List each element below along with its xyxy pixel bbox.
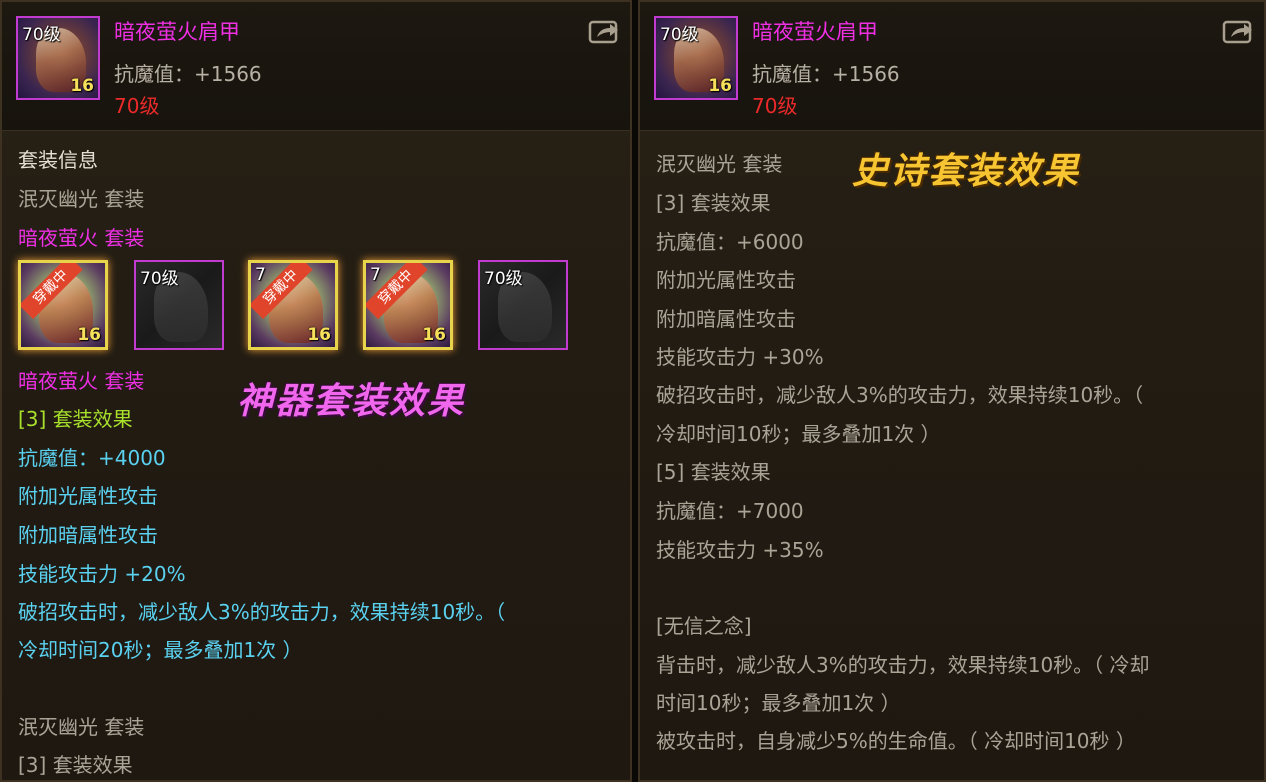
set-name-line: 泯灭幽光 套装 [18, 187, 145, 211]
level-badge: 70级 [22, 25, 61, 45]
set-info-title: 套装信息 [18, 148, 98, 172]
left-tooltip-panel: 70级 16 暗夜萤火肩甲 抗魔值：+1566 70级 套装信息 泯灭幽光 套装… [0, 0, 632, 782]
item-stat: 抗魔值：+1566 [752, 62, 900, 86]
item-header: 70级 16 暗夜萤火肩甲 抗魔值：+1566 70级 [2, 2, 630, 131]
set-bonus-header: [3] 套装效果 [18, 753, 133, 777]
set-name-line: 泯灭幽光 套装 [18, 715, 145, 739]
right-tooltip-panel: 70级 16 暗夜萤火肩甲 抗魔值：+1566 70级 泯灭幽光 套装 史诗套装… [638, 0, 1266, 782]
trait-line: 背击时，减少敌人3%的攻击力，效果持续10秒。（ 冷却 [656, 653, 1150, 677]
level-badge: 70级 [660, 25, 699, 45]
share-icon[interactable] [1222, 18, 1254, 44]
trait-line: 被攻击时，自身减少5%的生命值。（ 冷却时间10秒 ） [656, 729, 1136, 753]
item-stat: 抗魔值：+1566 [114, 62, 262, 86]
trait-line: 时间10秒；最多叠加1次 ） [656, 691, 901, 715]
set-bonus-line: 冷却时间20秒；最多叠加1次 ） [18, 638, 303, 662]
level-badge: 7 [255, 265, 266, 285]
upgrade-level: 16 [422, 325, 446, 345]
set-name-line: 暗夜萤火 套装 [18, 369, 145, 393]
share-icon[interactable] [588, 18, 620, 44]
set-bonus-line: 抗魔值：+6000 [656, 230, 804, 254]
set-piece-slot[interactable]: 7 穿戴中 16 [363, 260, 453, 350]
set-bonus-line: 技能攻击力 +20% [18, 562, 186, 586]
item-name: 暗夜萤火肩甲 [114, 20, 240, 44]
set-bonus-header: [5] 套装效果 [656, 460, 771, 484]
upgrade-level: 16 [77, 325, 101, 345]
set-bonus-line: 抗魔值：+7000 [656, 499, 804, 523]
set-bonus-header: [3] 套装效果 [656, 191, 771, 215]
level-badge: 7 [370, 265, 381, 285]
set-bonus-header: [3] 套装效果 [18, 407, 133, 431]
set-bonus-line: 附加暗属性攻击 [656, 307, 796, 331]
item-level-requirement: 70级 [752, 94, 798, 118]
set-piece-slot[interactable]: 穿戴中 16 [18, 260, 108, 350]
set-bonus-line: 技能攻击力 +30% [656, 345, 824, 369]
level-badge: 70级 [484, 269, 523, 289]
set-bonus-line: 破招攻击时，减少敌人3%的攻击力，效果持续10秒。（ [656, 383, 1144, 407]
item-header: 70级 16 暗夜萤火肩甲 抗魔值：+1566 70级 [640, 2, 1264, 131]
shoulder-armor-icon[interactable]: 70级 16 [654, 16, 738, 100]
set-name-line: 暗夜萤火 套装 [18, 226, 145, 250]
set-bonus-line: 技能攻击力 +35% [656, 538, 824, 562]
item-name: 暗夜萤火肩甲 [752, 20, 878, 44]
upgrade-level: 16 [70, 76, 94, 96]
level-badge: 70级 [140, 269, 179, 289]
set-bonus-line: 附加光属性攻击 [656, 268, 796, 292]
artifact-set-effect-title: 神器套装效果 [237, 381, 466, 422]
set-piece-slot[interactable]: 70级 [478, 260, 568, 350]
set-bonus-line: 破招攻击时，减少敌人3%的攻击力，效果持续10秒。（ [18, 600, 506, 624]
item-level-requirement: 70级 [114, 94, 160, 118]
shoulder-armor-icon[interactable]: 70级 16 [16, 16, 100, 100]
trait-name: [无信之念] [656, 614, 752, 638]
set-piece-slot[interactable]: 70级 [134, 260, 224, 350]
set-bonus-line: 冷却时间10秒；最多叠加1次 ） [656, 422, 941, 446]
upgrade-level: 16 [307, 325, 331, 345]
epic-set-effect-title: 史诗套装效果 [852, 151, 1081, 192]
set-piece-slot[interactable]: 7 穿戴中 16 [248, 260, 338, 350]
set-name-line: 泯灭幽光 套装 [656, 152, 783, 176]
set-bonus-line: 附加光属性攻击 [18, 484, 158, 508]
set-bonus-line: 抗魔值：+4000 [18, 446, 166, 470]
set-bonus-line: 附加暗属性攻击 [18, 523, 158, 547]
upgrade-level: 16 [708, 76, 732, 96]
